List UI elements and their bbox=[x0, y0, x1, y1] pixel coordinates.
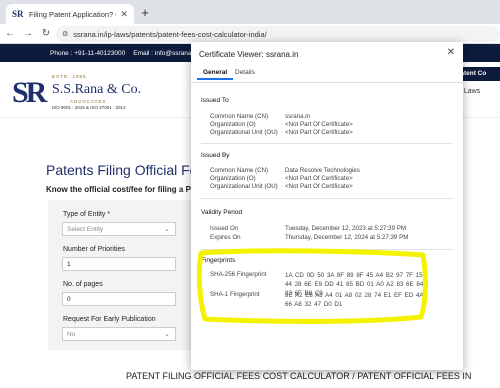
address-bar-row: ← → ↻ ⚙ ssrana.in/ip-laws/patents/patent… bbox=[0, 24, 500, 44]
issued-to-ou-value: <Not Part Of Certificate> bbox=[285, 129, 353, 136]
sha1-value: 9E A2 E8 A8 A4 01 A8 02 28 74 E1 EF ED 4… bbox=[285, 292, 424, 308]
contact-phone[interactable]: Phone : +91-11-40123000 bbox=[50, 50, 125, 57]
issued-to-o-label: Organization (O) bbox=[210, 121, 256, 128]
browser-tab[interactable]: SR Filing Patent Application? Calcula ✕ bbox=[6, 4, 134, 24]
issued-on-label: Issued On bbox=[210, 225, 239, 232]
tab-divider bbox=[191, 82, 463, 83]
screen: SR Filing Patent Application? Calcula ✕ … bbox=[0, 0, 500, 388]
site-favicon-icon: SR bbox=[12, 9, 24, 19]
logo-name: S.S.Rana & Co. bbox=[52, 82, 142, 97]
issued-on-value: Tuesday, December 12, 2023 at 5:27:39 PM bbox=[285, 225, 407, 232]
reload-icon[interactable]: ↻ bbox=[38, 28, 54, 39]
dialog-title: Certificate Viewer: ssrana.in bbox=[199, 50, 299, 59]
early-publication-label: Request For Early Publication bbox=[63, 316, 156, 323]
priorities-input[interactable]: 1 bbox=[62, 257, 176, 271]
scrolling-banner: PATENT FILING OFFICIAL FEES COST CALCULA… bbox=[126, 371, 472, 381]
entity-select[interactable]: Select Entity ⌄ bbox=[62, 222, 176, 236]
issued-by-heading: Issued By bbox=[201, 152, 230, 159]
sha256-label: SHA-256 Fingerprint bbox=[210, 271, 267, 278]
issued-to-cn-value: ssrana.in bbox=[285, 113, 311, 120]
early-publication-value: No bbox=[67, 331, 76, 338]
logo-iso: ISO 9001 : 2015 & ISO 27001 : 2013 bbox=[52, 105, 126, 110]
page-subtitle: Know the official cost/fee for filing a … bbox=[46, 185, 208, 194]
divider bbox=[201, 249, 453, 250]
expires-on-value: Thursday, December 12, 2024 at 5:27:39 P… bbox=[285, 234, 409, 241]
dialog-close-icon[interactable]: ✕ bbox=[447, 47, 455, 58]
url-text: ssrana.in/ip-laws/patents/patent-fees-co… bbox=[73, 29, 267, 39]
tab-details[interactable]: Details bbox=[229, 67, 261, 78]
divider bbox=[201, 198, 453, 199]
logo-mark: SR bbox=[12, 76, 47, 109]
issued-to-ou-label: Organizational Unit (OU) bbox=[210, 129, 278, 136]
issued-by-cn-value: Data Resolve Technologies bbox=[285, 167, 360, 174]
chevron-down-icon: ⌄ bbox=[164, 226, 170, 233]
url-field[interactable]: ⚙ ssrana.in/ip-laws/patents/patent-fees-… bbox=[56, 26, 500, 42]
site-info-icon[interactable]: ⚙ bbox=[62, 30, 68, 38]
issued-to-cn-label: Common Name (CN) bbox=[210, 113, 269, 120]
early-publication-select[interactable]: No ⌄ bbox=[62, 327, 176, 341]
new-tab-button[interactable]: + bbox=[138, 6, 152, 20]
entity-select-value: Select Entity bbox=[67, 226, 104, 233]
issued-to-o-value: <Not Part Of Certificate> bbox=[285, 121, 353, 128]
site-logo[interactable]: SR ESTD. 1985 S.S.Rana & Co. ADVOCATES I… bbox=[12, 74, 152, 118]
pages-label: No. of pages bbox=[63, 281, 103, 288]
tab-title: Filing Patent Application? Calcula bbox=[29, 9, 116, 19]
validity-heading: Validity Period bbox=[201, 209, 243, 216]
fingerprints-heading: Fingerprints bbox=[201, 257, 236, 264]
logo-tagline: ADVOCATES bbox=[70, 99, 107, 104]
entity-label: Type of Entity * bbox=[63, 211, 111, 218]
issued-by-ou-value: <Not Part Of Certificate> bbox=[285, 183, 353, 190]
expires-on-label: Expires On bbox=[210, 234, 241, 241]
sha1-label: SHA-1 Fingerprint bbox=[210, 291, 260, 298]
tab-close-icon[interactable]: ✕ bbox=[120, 9, 128, 20]
issued-to-heading: Issued To bbox=[201, 97, 229, 104]
back-icon[interactable]: ← bbox=[2, 28, 18, 39]
issued-by-o-value: <Not Part Of Certificate> bbox=[285, 175, 353, 182]
issued-by-o-label: Organization (O) bbox=[210, 175, 256, 182]
tab-general[interactable]: General bbox=[197, 67, 234, 80]
issued-by-cn-label: Common Name (CN) bbox=[210, 167, 269, 174]
forward-icon[interactable]: → bbox=[20, 28, 36, 39]
browser-tab-strip: SR Filing Patent Application? Calcula ✕ … bbox=[0, 0, 500, 24]
chevron-down-icon: ⌄ bbox=[164, 331, 170, 338]
priorities-label: Number of Priorities bbox=[63, 246, 125, 253]
divider bbox=[201, 143, 453, 144]
pages-input[interactable]: 0 bbox=[62, 292, 176, 306]
logo-estd: ESTD. 1985 bbox=[52, 74, 87, 79]
certificate-viewer-dialog: Certificate Viewer: ssrana.in ✕ General … bbox=[191, 42, 463, 370]
issued-by-ou-label: Organizational Unit (OU) bbox=[210, 183, 278, 190]
